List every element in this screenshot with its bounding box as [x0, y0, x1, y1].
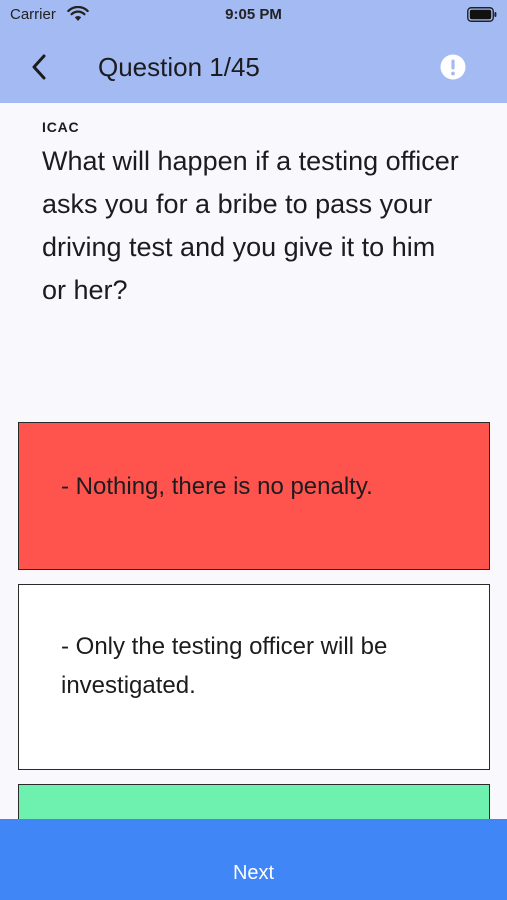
- battery-icon: [467, 7, 497, 22]
- answer-option-1[interactable]: - Nothing, there is no penalty.: [18, 422, 490, 570]
- back-button[interactable]: [24, 50, 54, 84]
- top-header: Carrier 9:05 PM Question 1/45: [0, 0, 507, 103]
- answer-option-1-text: - Nothing, there is no penalty.: [61, 473, 373, 500]
- question-text: What will happen if a testing officer as…: [42, 146, 459, 305]
- status-time: 9:05 PM: [225, 6, 282, 23]
- exclamation-circle-icon: [440, 54, 466, 80]
- report-button[interactable]: [438, 52, 468, 82]
- chevron-left-icon: [32, 54, 46, 80]
- quiz-screen: Carrier 9:05 PM Question 1/45 ICAC What …: [0, 0, 507, 900]
- next-button[interactable]: Next: [0, 819, 507, 900]
- answer-option-2-text: - Only the testing officer will be inves…: [61, 633, 388, 699]
- question-counter-title: Question 1/45: [98, 52, 260, 82]
- answer-option-2[interactable]: - Only the testing officer will be inves…: [18, 584, 490, 770]
- question-category: ICAC: [42, 119, 80, 135]
- status-bar: Carrier 9:05 PM: [0, 0, 507, 30]
